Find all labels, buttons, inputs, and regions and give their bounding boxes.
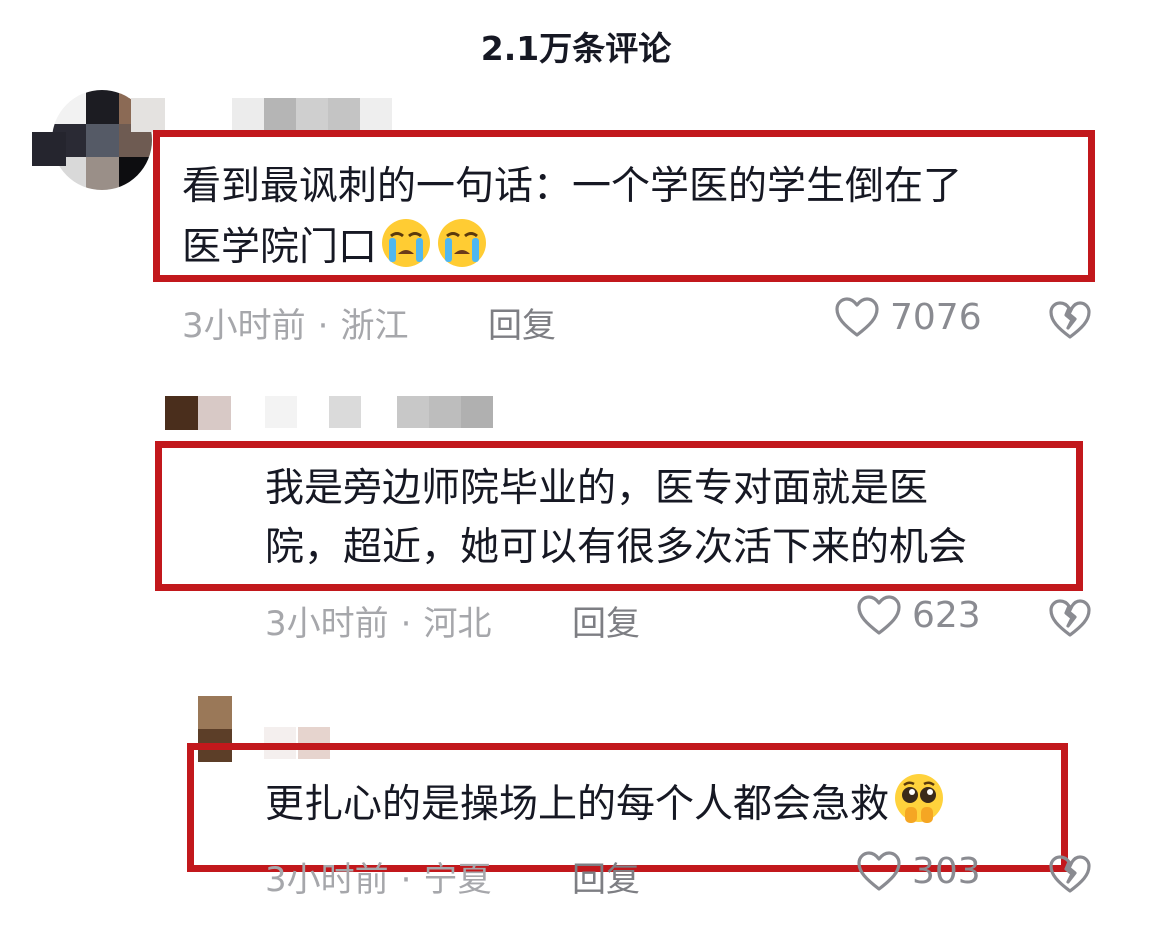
comment-text: 看到最讽刺的一句话：一个学医的学生倒在了 医学院门口 bbox=[182, 157, 962, 287]
comment-text: 更扎心的是操场上的每个人都会急救 bbox=[265, 771, 947, 844]
avatar-mosaic-extra bbox=[131, 98, 165, 132]
like-count: 303 bbox=[912, 850, 981, 892]
meta-separator: · bbox=[400, 604, 412, 644]
username-mosaic[interactable] bbox=[264, 727, 334, 759]
comment-time: 3小时前 bbox=[265, 860, 389, 900]
comment-location: 宁夏 bbox=[423, 860, 492, 900]
pleading-face-icon bbox=[891, 771, 947, 844]
loudly-crying-face-icon bbox=[379, 216, 433, 287]
dislike-button[interactable] bbox=[1048, 598, 1092, 642]
comment-location: 浙江 bbox=[340, 306, 409, 346]
comment-time: 3小时前 bbox=[182, 306, 306, 346]
comments-count-title: 2.1万条评论 bbox=[480, 29, 672, 68]
heart-icon bbox=[857, 851, 901, 891]
broken-heart-icon bbox=[1049, 855, 1091, 893]
reply-button[interactable]: 回复 bbox=[572, 596, 640, 645]
broken-heart-icon bbox=[1049, 599, 1091, 637]
comment-location: 河北 bbox=[423, 604, 492, 644]
like-button[interactable]: 7076 bbox=[834, 296, 982, 338]
meta-separator: · bbox=[400, 860, 412, 900]
reply-button[interactable]: 回复 bbox=[488, 298, 556, 347]
comment-time: 3小时前 bbox=[265, 604, 389, 644]
dislike-button[interactable] bbox=[1048, 854, 1092, 898]
loudly-crying-face-icon bbox=[435, 216, 489, 287]
comment-meta: 3小时前 · 河北 bbox=[265, 596, 491, 645]
comment-text: 我是旁边师院毕业的，医专对面就是医 院，超近，她可以有很多次活下来的机会 bbox=[265, 459, 967, 577]
heart-icon bbox=[835, 297, 879, 337]
comment-text-line: 更扎心的是操场上的每个人都会急救 bbox=[265, 771, 947, 844]
comment-text-line: 医学院门口 bbox=[182, 216, 962, 287]
meta-separator: · bbox=[317, 306, 329, 346]
like-count: 7076 bbox=[890, 296, 982, 338]
username-mosaic[interactable] bbox=[265, 396, 495, 428]
reply-button[interactable]: 回复 bbox=[572, 852, 640, 901]
username-mosaic[interactable] bbox=[232, 98, 392, 130]
like-count: 623 bbox=[912, 594, 981, 636]
like-button[interactable]: 303 bbox=[856, 850, 981, 892]
dislike-button[interactable] bbox=[1048, 300, 1092, 344]
avatar[interactable] bbox=[165, 396, 231, 430]
avatar-mosaic-extra bbox=[32, 132, 66, 166]
comment-text-line: 看到最讽刺的一句话：一个学医的学生倒在了 bbox=[182, 164, 963, 209]
comment-meta: 3小时前 · 浙江 bbox=[182, 298, 408, 347]
comment-meta: 3小时前 · 宁夏 bbox=[265, 852, 491, 901]
like-button[interactable]: 623 bbox=[856, 594, 981, 636]
broken-heart-icon bbox=[1049, 301, 1091, 339]
avatar[interactable] bbox=[198, 696, 232, 762]
comment-text-line: 院，超近，她可以有很多次活下来的机会 bbox=[265, 525, 968, 570]
heart-icon bbox=[857, 595, 901, 635]
comment-text-line: 我是旁边师院毕业的，医专对面就是医 bbox=[265, 466, 929, 511]
